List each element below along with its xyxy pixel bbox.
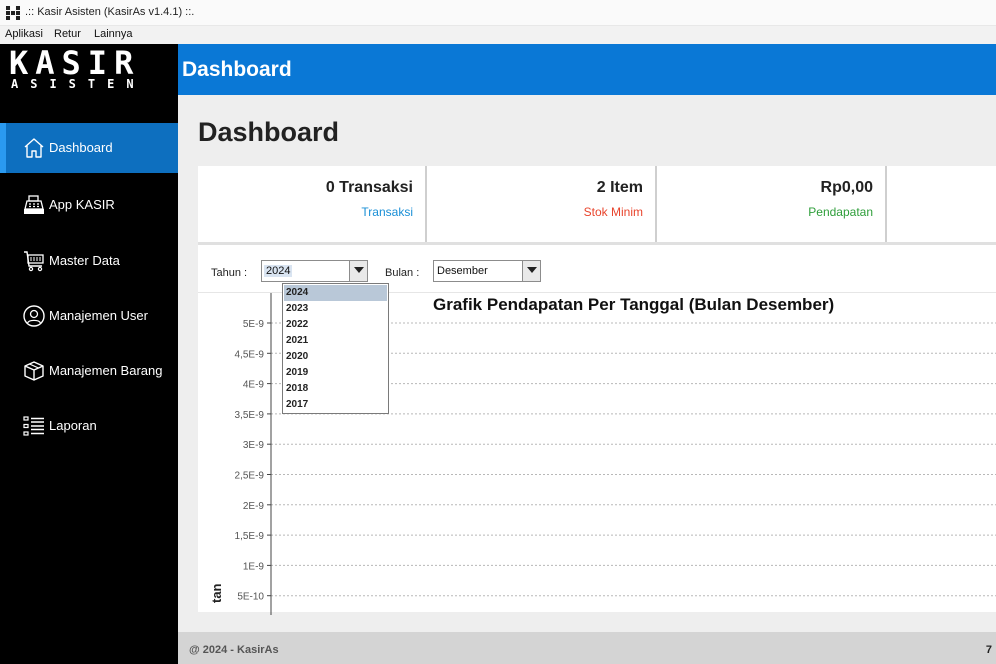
sidebar-item-manajemen-barang[interactable]: Manajemen Barang: [0, 346, 178, 396]
window-titlebar: .:: Kasir Asisten (KasirAs v1.4.1) ::.: [0, 0, 996, 26]
sidebar-item-label: App KASIR: [49, 197, 115, 212]
stat-label: Transaksi: [361, 205, 413, 219]
cart-icon: [24, 251, 44, 272]
year-option-2023[interactable]: 2023: [284, 301, 387, 317]
chevron-down-icon[interactable]: [349, 261, 367, 281]
chart-y-tick-label: 3E-9: [243, 440, 265, 451]
year-option-2022[interactable]: 2022: [284, 317, 387, 333]
cash-register-icon: [24, 195, 44, 214]
sidebar-item-label: Dashboard: [49, 140, 113, 155]
chart-y-tick-label: 3,5E-9: [235, 410, 265, 421]
app-header: KASIR ASISTEN Dashboard: [0, 44, 996, 95]
menu-aplikasi[interactable]: Aplikasi: [5, 28, 43, 40]
year-select-value: 2024: [264, 265, 293, 277]
app-icon: [6, 6, 20, 20]
status-footer: @ 2024 - KasirAs 7: [178, 632, 996, 664]
sidebar-item-label: Manajemen User: [49, 308, 148, 323]
sidebar-item-manajemen-user[interactable]: Manajemen User: [0, 291, 178, 341]
stat-label: Pendapatan: [808, 205, 873, 219]
chart-y-tick-label: 4,5E-9: [235, 349, 265, 360]
chart-y-tick-label: 1,5E-9: [235, 531, 265, 542]
logo-sub-text: ASISTEN: [11, 77, 146, 91]
stat-label: Stok Minim: [583, 205, 643, 219]
sidebar-item-dashboard[interactable]: Dashboard: [0, 123, 178, 173]
chart-panel: Tahun : 2024 Bulan : Desember Grafik Pen…: [198, 242, 996, 615]
month-label: Bulan :: [385, 267, 420, 279]
logo: KASIR ASISTEN: [0, 44, 178, 95]
month-select-value: Desember: [437, 265, 488, 277]
logo-main-text: KASIR: [9, 44, 141, 82]
year-option-2018[interactable]: 2018: [284, 381, 387, 397]
chart-y-axis-label: tan: [209, 583, 224, 603]
year-option-2020[interactable]: 2020: [284, 349, 387, 365]
menu-bar: Aplikasi Retur Lainnya: [0, 26, 996, 44]
stat-card-stok-minim: 2 Item Stok Minim: [427, 166, 657, 242]
year-option-2017[interactable]: 2017: [284, 397, 387, 413]
chart-y-tick-label: 2E-9: [243, 501, 265, 512]
sidebar-item-label: Laporan: [49, 418, 97, 433]
user-icon: [23, 305, 45, 327]
sidebar: Dashboard App KASIR Master Data Manajeme…: [0, 95, 178, 664]
sidebar-item-label: Manajemen Barang: [49, 363, 163, 378]
chart-y-tick-label: 4E-9: [243, 380, 265, 391]
header-title: Dashboard: [182, 58, 292, 81]
year-dropdown-list: 2024 2023 2022 2021 2020 2019 2018 2017: [282, 283, 389, 414]
year-label: Tahun :: [211, 267, 248, 279]
sidebar-item-app-kasir[interactable]: App KASIR: [0, 180, 178, 230]
chart-y-tick-label: 5E-10: [237, 592, 264, 603]
stat-value: 0 Transaksi: [325, 179, 413, 196]
year-option-2021[interactable]: 2021: [284, 333, 387, 349]
month-select[interactable]: Desember: [433, 260, 541, 282]
home-icon: [24, 138, 44, 158]
menu-retur[interactable]: Retur: [54, 28, 81, 40]
year-option-2019[interactable]: 2019: [284, 365, 387, 381]
stat-value: Rp0,00: [820, 179, 873, 196]
chart-y-tick-label: 2,5E-9: [235, 471, 265, 482]
year-option-2024[interactable]: 2024: [284, 285, 387, 301]
chevron-down-icon[interactable]: [522, 261, 540, 281]
sidebar-item-laporan[interactable]: Laporan: [0, 401, 178, 451]
chart-y-tick-label: 5E-9: [243, 319, 265, 330]
list-icon: [23, 416, 44, 436]
page-title: Dashboard: [198, 117, 340, 147]
footer-copyright: @ 2024 - KasirAs: [189, 644, 279, 656]
stats-row: 0 Transaksi Transaksi 2 Item Stok Minim …: [198, 166, 996, 242]
sidebar-item-label: Master Data: [49, 253, 120, 268]
footer-right-text: 7: [985, 644, 992, 656]
stat-card-transaksi: 0 Transaksi Transaksi: [198, 166, 427, 242]
sidebar-item-master-data[interactable]: Master Data: [0, 236, 178, 286]
main-content: Dashboard 0 Transaksi Transaksi 2 Item S…: [178, 95, 996, 632]
window-title: .:: Kasir Asisten (KasirAs v1.4.1) ::.: [25, 6, 195, 18]
stat-value: 2 Item: [596, 179, 643, 196]
box-icon: [24, 361, 44, 381]
chart-y-tick-label: 1E-9: [243, 561, 265, 572]
stat-card-pendapatan: Rp0,00 Pendapatan: [657, 166, 887, 242]
menu-lainnya[interactable]: Lainnya: [94, 28, 133, 40]
year-select[interactable]: 2024: [261, 260, 368, 282]
